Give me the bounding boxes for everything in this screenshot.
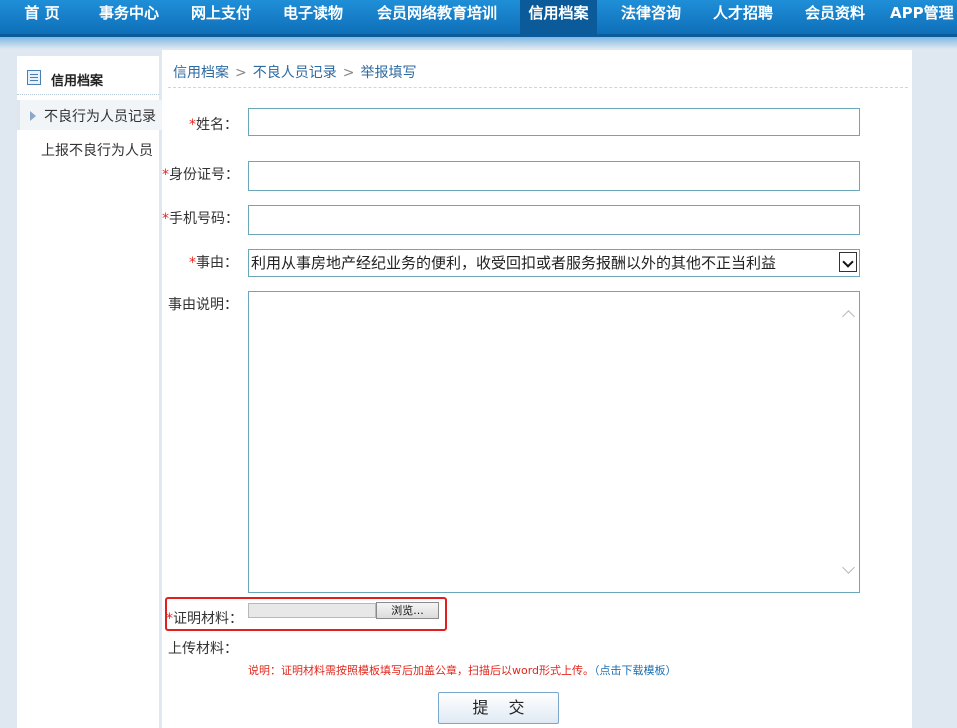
- id-label: *身份证号：: [162, 164, 239, 184]
- phone-input[interactable]: [248, 205, 860, 235]
- required-mark: *: [189, 117, 196, 133]
- name-input[interactable]: [248, 108, 860, 136]
- nav-item-training[interactable]: 会员网络教育培训: [368, 0, 506, 34]
- triangle-right-icon: [30, 111, 36, 121]
- evidence-label: *证明材料：: [166, 608, 243, 628]
- breadcrumb-separator: >: [342, 65, 355, 81]
- browse-button[interactable]: 浏览...: [376, 602, 439, 619]
- nav-item-credit[interactable]: 信用档案: [520, 0, 597, 34]
- required-mark: *: [162, 167, 169, 183]
- breadcrumb-item-credit[interactable]: 信用档案: [173, 65, 229, 81]
- submit-button[interactable]: 提交: [438, 692, 559, 724]
- nav-shadow-band: [0, 37, 957, 49]
- sidebar-item-label: 不良行为人员记录: [44, 109, 156, 125]
- breadcrumb: 信用档案 > 不良人员记录 > 举报填写: [173, 62, 420, 82]
- nav-item-ebooks[interactable]: 电子读物: [274, 0, 352, 34]
- sidebar: 信用档案 不良行为人员记录 上报不良行为人员: [17, 56, 162, 728]
- nav-item-members[interactable]: 会员资料: [796, 0, 874, 34]
- scroll-down-icon[interactable]: [842, 561, 855, 574]
- sidebar-item-bad-records[interactable]: 不良行为人员记录: [17, 100, 162, 130]
- name-label: *姓名：: [168, 114, 238, 134]
- main-panel: 信用档案 > 不良人员记录 > 举报填写 *姓名： *身份证号： *手机号码： *事由：…: [162, 50, 912, 728]
- divider: [168, 87, 908, 88]
- description-textarea[interactable]: [248, 291, 860, 593]
- evidence-label-text: 证明材料：: [173, 611, 243, 627]
- upload-note: 说明：证明材料需按照模板填写后加盖公章，扫描后以word形式上传。（点击下载模板…: [248, 662, 677, 678]
- description-label: 事由说明：: [168, 297, 238, 313]
- upload-label: 上传材料：: [168, 641, 238, 657]
- reason-selected-value: 利用从事房地产经纪业务的便利，收受回扣或者服务报酬以外的其他不正当利益: [251, 254, 777, 272]
- document-icon: [27, 70, 41, 85]
- file-path-field[interactable]: [248, 603, 376, 618]
- id-label-text: 身份证号：: [169, 167, 239, 183]
- name-label-text: 姓名：: [196, 117, 238, 133]
- chevron-down-icon[interactable]: [839, 252, 857, 272]
- id-number-input[interactable]: [248, 161, 860, 191]
- nav-item-payment[interactable]: 网上支付: [182, 0, 260, 34]
- top-nav: 首 页 事务中心 网上支付 电子读物 会员网络教育培训 信用档案 法律咨询 人才…: [0, 0, 957, 37]
- download-template-link[interactable]: （点击下载模板）: [594, 664, 677, 677]
- breadcrumb-item-report: 举报填写: [360, 65, 417, 81]
- phone-label-text: 手机号码：: [169, 211, 239, 227]
- sidebar-title-text: 信用档案: [51, 74, 104, 89]
- required-mark: *: [162, 211, 169, 227]
- nav-item-home[interactable]: 首 页: [5, 0, 79, 34]
- nav-item-legal[interactable]: 法律咨询: [612, 0, 690, 34]
- reason-label-text: 事由：: [196, 255, 238, 271]
- scroll-up-icon[interactable]: [842, 310, 855, 323]
- sidebar-item-report[interactable]: 上报不良行为人员: [41, 140, 153, 160]
- note-text: 说明：证明材料需按照模板填写后加盖公章，扫描后以word形式上传。: [248, 664, 595, 677]
- breadcrumb-separator: >: [235, 65, 247, 81]
- reason-select[interactable]: 利用从事房地产经纪业务的便利，收受回扣或者服务报酬以外的其他不正当利益: [248, 249, 860, 277]
- breadcrumb-item-bad-records[interactable]: 不良人员记录: [253, 65, 337, 81]
- phone-label: *手机号码：: [162, 208, 239, 228]
- sidebar-title: 信用档案: [17, 56, 159, 95]
- reason-label: *事由：: [168, 252, 238, 272]
- required-mark: *: [166, 611, 173, 627]
- nav-item-app[interactable]: APP管理: [890, 0, 957, 34]
- nav-item-affairs[interactable]: 事务中心: [90, 0, 168, 34]
- required-mark: *: [189, 255, 196, 271]
- nav-item-jobs[interactable]: 人才招聘: [704, 0, 782, 34]
